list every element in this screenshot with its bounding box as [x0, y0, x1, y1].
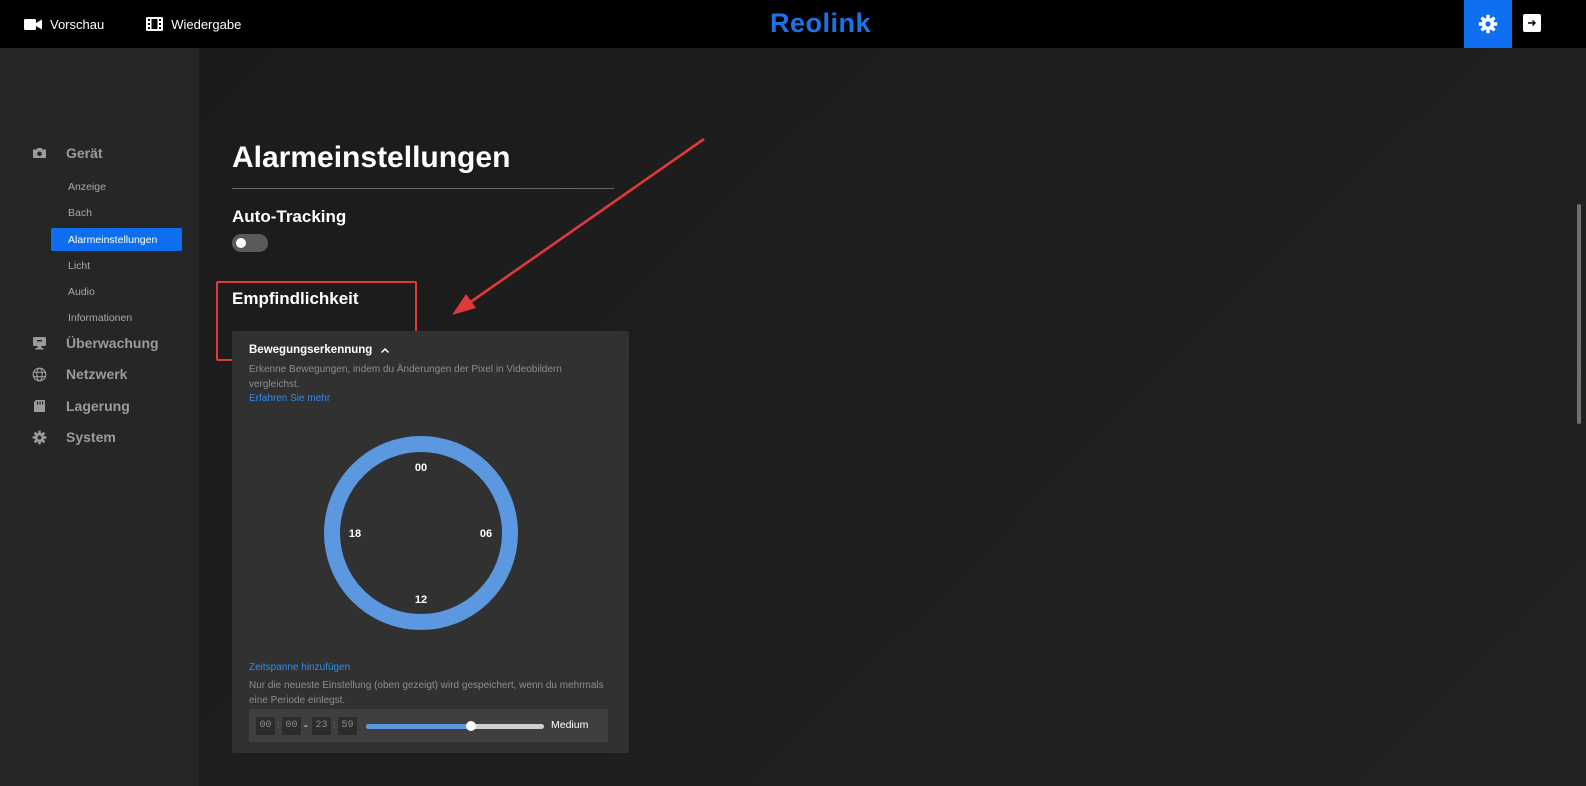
- motion-detection-panel: Bewegungserkennung Erkenne Bewegungen, i…: [232, 331, 629, 753]
- clock-label-06: 06: [480, 528, 492, 540]
- storage-icon: [34, 400, 45, 412]
- gear-icon: [1478, 14, 1498, 34]
- time-separator: :: [277, 720, 280, 731]
- add-period-link[interactable]: Zeitspanne hinzufügen: [249, 662, 350, 673]
- nav-preview[interactable]: Vorschau: [0, 0, 104, 48]
- period-note: Nur die neueste Einstellung (oben gezeig…: [249, 680, 604, 706]
- panel-header[interactable]: Bewegungserkennung: [249, 344, 390, 356]
- end-hour-input[interactable]: 23: [312, 717, 331, 735]
- globe-icon: [32, 367, 47, 381]
- camera-icon: [24, 18, 42, 30]
- sidebar-group-device-label: Gerät: [66, 145, 103, 161]
- logout-icon: [1528, 20, 1536, 26]
- sidebar-item-information[interactable]: Informationen: [51, 306, 182, 329]
- sidebar-group-network[interactable]: Netzwerk: [32, 366, 127, 382]
- sensitivity-level-label: Medium: [551, 719, 589, 731]
- panel-header-label: Bewegungserkennung: [249, 344, 373, 356]
- sidebar-group-storage-label: Lagerung: [66, 398, 130, 414]
- nav-preview-label: Vorschau: [50, 16, 105, 32]
- sidebar-item-audio[interactable]: Audio: [51, 280, 182, 303]
- scrollbar-thumb[interactable]: [1577, 204, 1581, 424]
- panel-description: Erkenne Bewegungen, indem du Änderungen …: [249, 364, 562, 390]
- sidebar-group-system[interactable]: System: [32, 429, 116, 445]
- end-minute-input[interactable]: 59: [338, 717, 357, 735]
- sidebar-item-bach[interactable]: Bach: [51, 201, 182, 224]
- nav-playback-label: Wiedergabe: [171, 16, 242, 32]
- monitor-icon: [33, 337, 46, 350]
- annotation-arrow: [452, 137, 705, 315]
- gear-icon: [32, 430, 47, 444]
- top-bar: Vorschau Wiedergabe Reolink: [0, 0, 1586, 48]
- settings-button[interactable]: [1464, 0, 1512, 48]
- clock-label-00: 00: [415, 462, 427, 474]
- sensitivity-slider-handle[interactable]: [466, 721, 477, 731]
- time-range-dash: -: [304, 720, 308, 732]
- time-separator: :: [333, 720, 336, 731]
- sidebar-group-surveillance-label: Überwachung: [66, 335, 159, 351]
- logout-button[interactable]: [1523, 14, 1541, 32]
- sidebar-group-device[interactable]: Gerät: [32, 145, 103, 161]
- sidebar-group-network-label: Netzwerk: [66, 366, 128, 382]
- sidebar-item-alarm-settings[interactable]: Alarmeinstellungen: [51, 228, 182, 251]
- sensitivity-slider-fill: [366, 724, 472, 729]
- sensitivity-slider[interactable]: [366, 721, 544, 731]
- auto-tracking-toggle[interactable]: [232, 234, 268, 252]
- schedule-clock[interactable]: 00 06 12 18: [322, 434, 520, 632]
- sidebar-group-surveillance[interactable]: Überwachung: [32, 335, 159, 351]
- toggle-knob: [236, 238, 246, 248]
- clock-label-18: 18: [349, 528, 361, 540]
- camera-icon: [33, 148, 46, 158]
- sidebar-item-light[interactable]: Licht: [51, 254, 182, 277]
- auto-tracking-title: Auto-Tracking: [232, 207, 347, 226]
- sidebar-group-system-label: System: [66, 429, 116, 445]
- clock-label-12: 12: [415, 594, 427, 606]
- sidebar-item-display[interactable]: Anzeige: [51, 175, 182, 198]
- time-period-row: 00 : 00 - 23 : 59 Medium: [249, 709, 608, 742]
- film-icon: [146, 17, 164, 31]
- reolink-logo: Reolink: [770, 8, 872, 38]
- chevron-up-icon[interactable]: [380, 347, 390, 354]
- nav-playback[interactable]: Wiedergabe: [104, 0, 241, 48]
- start-hour-input[interactable]: 00: [256, 717, 275, 735]
- start-minute-input[interactable]: 00: [282, 717, 301, 735]
- sidebar-group-storage[interactable]: Lagerung: [32, 398, 130, 414]
- learn-more-link[interactable]: Erfahren Sie mehr: [249, 393, 330, 404]
